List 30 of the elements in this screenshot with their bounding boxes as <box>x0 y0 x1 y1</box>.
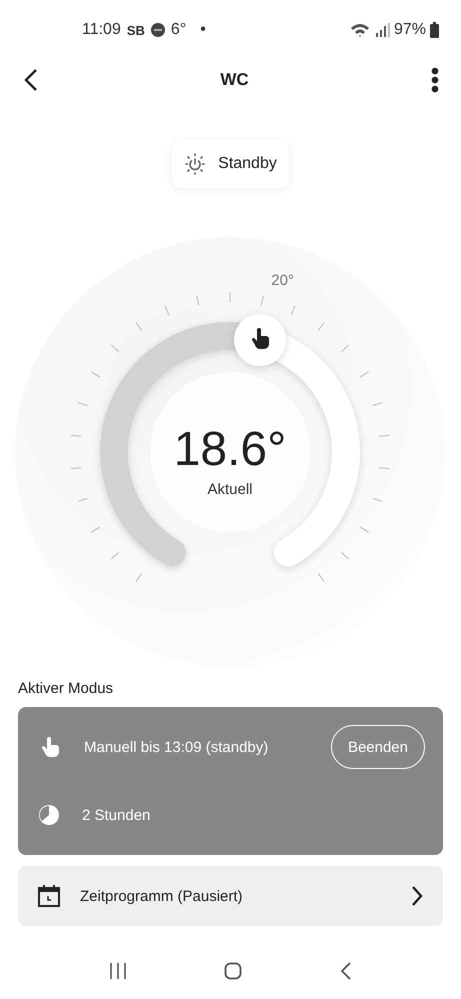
target-temperature: 20° <box>271 272 294 289</box>
signal-icon <box>374 22 390 38</box>
power-icon <box>184 153 206 175</box>
back-icon <box>24 68 38 92</box>
section-heading: Aktiver Modus <box>18 680 114 697</box>
status-time: 11:09 <box>82 21 121 39</box>
back-icon <box>340 962 352 980</box>
mode-text: 2 Stunden <box>82 806 152 824</box>
wifi-icon <box>350 22 370 38</box>
recent-apps-icon <box>108 962 127 980</box>
temperature-caption: Aktuell <box>207 481 253 498</box>
notification-dot: • <box>200 21 206 39</box>
battery-percentage: 97% <box>394 21 426 39</box>
chevron-right-icon <box>411 885 423 907</box>
current-temperature: 18.6° <box>174 423 286 476</box>
carrier-label: SB <box>126 22 145 38</box>
mode-text: Manuell bis 13:09 (standby) <box>84 738 270 756</box>
badge-icon <box>150 23 165 37</box>
more-icon <box>431 67 439 93</box>
calendar-icon <box>38 885 60 907</box>
weather-temperature: 6° <box>170 21 186 39</box>
mode-chip[interactable]: Standby <box>172 140 289 188</box>
battery-icon <box>430 22 439 38</box>
hand-icon <box>42 737 60 757</box>
schedule-row[interactable]: Zeitprogramm (Pausiert) <box>18 866 443 926</box>
end-button[interactable]: Beenden <box>330 725 425 769</box>
dial-handle[interactable] <box>234 314 286 366</box>
home-icon <box>224 962 242 980</box>
page-title: WC <box>219 70 250 90</box>
pie-icon <box>38 804 60 826</box>
